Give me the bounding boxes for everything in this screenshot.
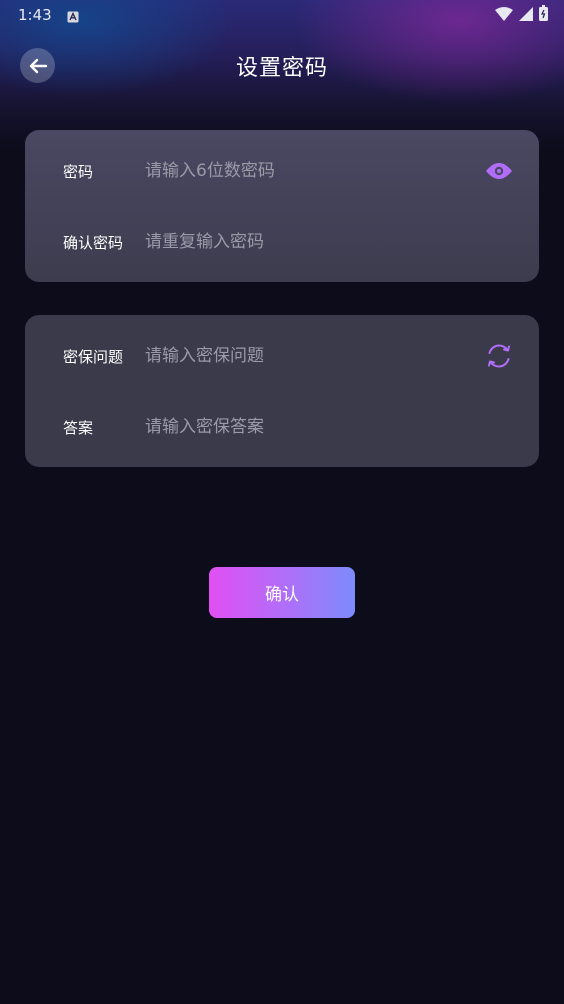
status-bar: 1:43 xyxy=(0,0,564,30)
password-label: 密码 xyxy=(63,162,94,181)
status-icons xyxy=(495,5,548,25)
battery-icon xyxy=(539,5,548,25)
password-card: 密码 确认密码 xyxy=(25,130,539,282)
set-password-screen: 1:43 设置密码 密码 请输入6位数密码 确认密码 请重复输入密码 密保问题 … xyxy=(0,0,564,1004)
security-question-row: 密保问题 xyxy=(25,321,539,391)
status-time: 1:43 xyxy=(18,6,52,24)
page-title: 设置密码 xyxy=(235,56,328,81)
eye-icon[interactable] xyxy=(485,157,513,185)
signal-icon xyxy=(519,6,533,25)
security-question-input[interactable] xyxy=(145,336,465,376)
password-input[interactable] xyxy=(145,151,465,191)
confirm-button[interactable]: 确认 xyxy=(209,567,355,618)
answer-row: 答案 xyxy=(25,392,539,462)
answer-input[interactable] xyxy=(145,407,465,447)
app-notification-icon xyxy=(67,8,79,23)
password-row: 密码 xyxy=(25,136,539,206)
confirm-password-label: 确认密码 xyxy=(63,233,124,252)
confirm-password-row: 确认密码 xyxy=(25,207,539,277)
security-question-label: 密保问题 xyxy=(63,347,124,366)
security-question-card: 密保问题 答案 xyxy=(25,315,539,467)
answer-label: 答案 xyxy=(63,418,94,437)
wifi-icon xyxy=(495,6,513,25)
refresh-icon[interactable] xyxy=(485,342,513,370)
confirm-password-input[interactable] xyxy=(145,222,465,262)
header: 设置密码 xyxy=(0,40,564,92)
